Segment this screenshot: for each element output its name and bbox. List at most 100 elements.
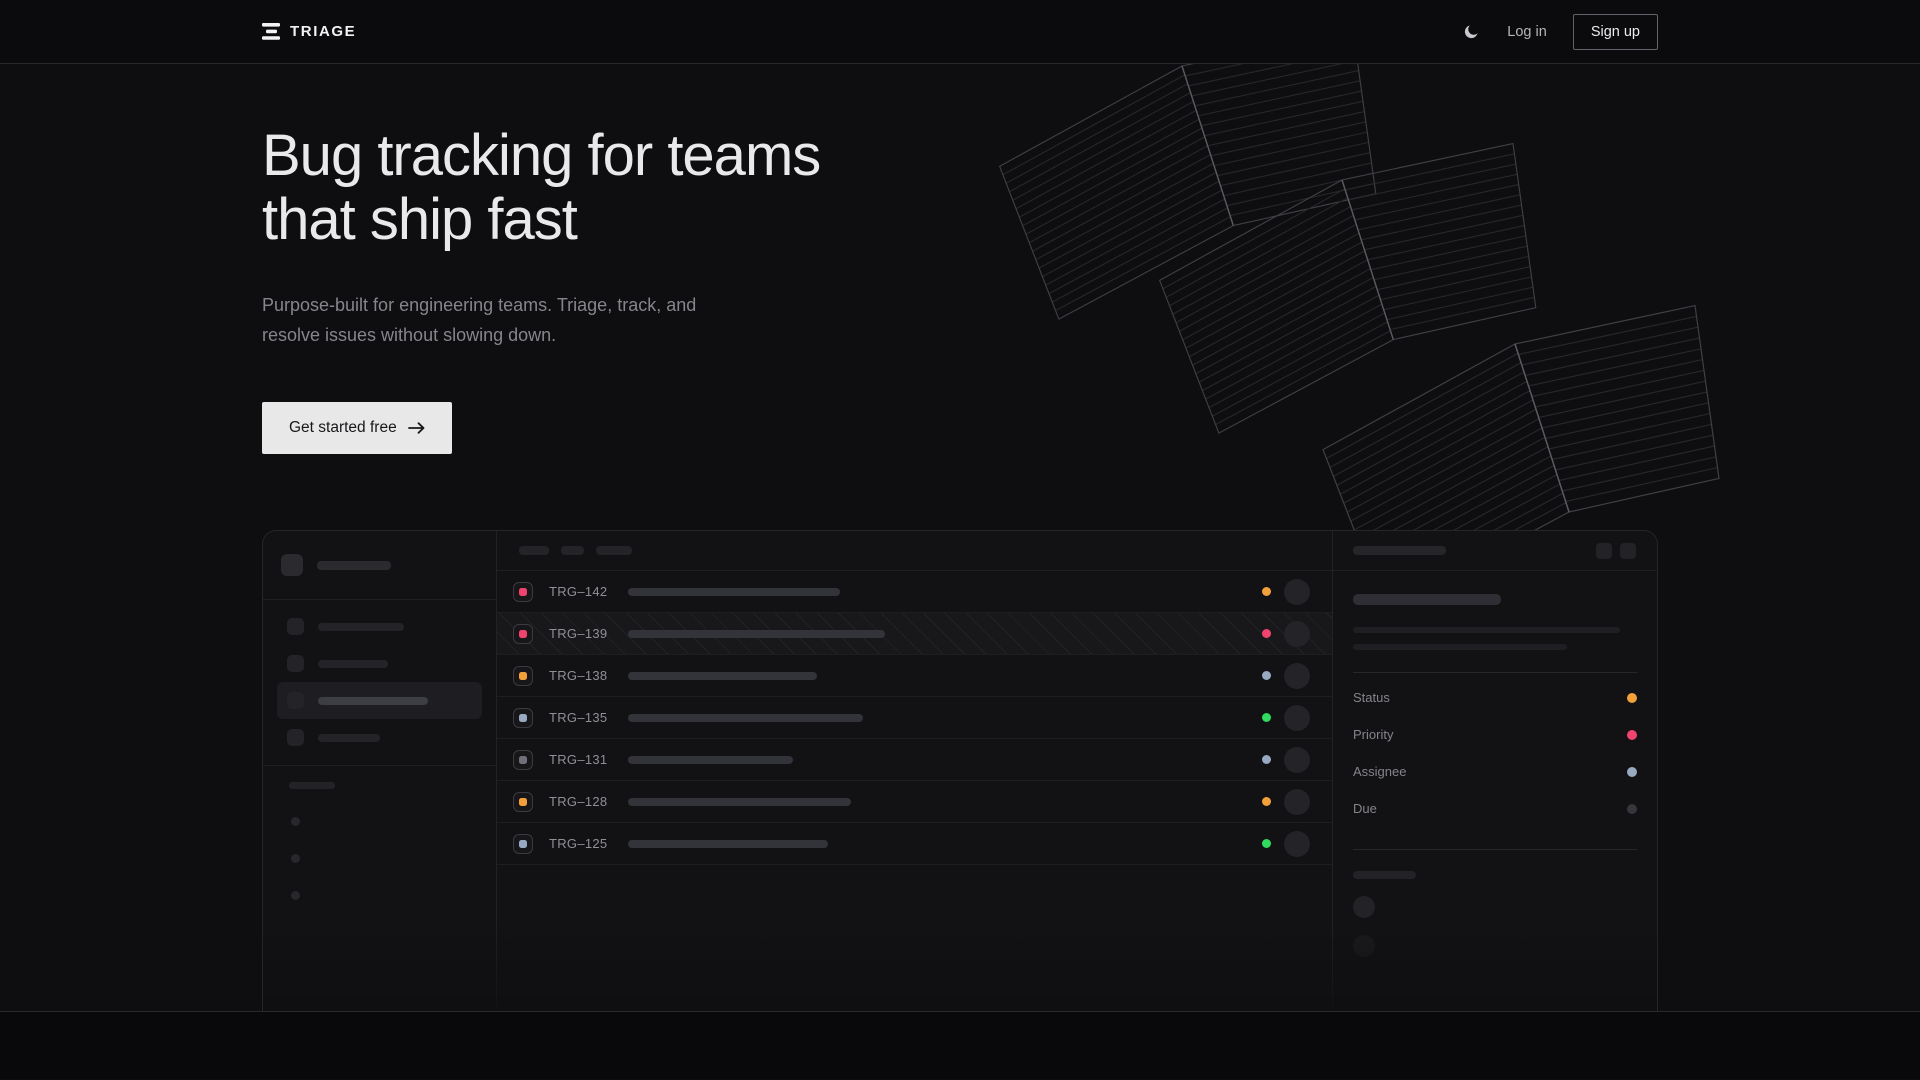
hero-subtitle-line1: Purpose-built for engineering teams. Tri… bbox=[262, 295, 696, 315]
issue-priority-dot bbox=[1262, 671, 1271, 680]
divider bbox=[1353, 672, 1637, 673]
issue-row: TRG–128 bbox=[497, 781, 1332, 823]
detail-field-row: Priority bbox=[1353, 716, 1637, 753]
hero-subtitle-line2: resolve issues without slowing down. bbox=[262, 325, 556, 345]
detail-field-label: Assignee bbox=[1353, 764, 1406, 779]
issue-id: TRG–139 bbox=[549, 626, 612, 641]
get-started-button[interactable]: Get started free bbox=[262, 402, 452, 454]
mockup-nav-item bbox=[277, 608, 482, 645]
issue-priority-dot bbox=[1262, 713, 1271, 722]
mockup-nav-item bbox=[277, 719, 482, 756]
skeleton-dot bbox=[291, 854, 300, 863]
issue-status-icon bbox=[513, 792, 533, 812]
issue-row: TRG–125 bbox=[497, 823, 1332, 865]
skeleton-avatar bbox=[1353, 935, 1375, 957]
hero-title-line2: that ship fast bbox=[262, 187, 577, 252]
arrow-right-icon bbox=[408, 422, 425, 434]
login-link[interactable]: Log in bbox=[1507, 24, 1547, 40]
mockup-sidebar-nav bbox=[263, 600, 496, 756]
detail-fields: Status Priority Assignee Due bbox=[1353, 679, 1637, 827]
brand-logo[interactable]: TRIAGE bbox=[262, 23, 356, 40]
issue-row: TRG–139 bbox=[497, 613, 1332, 655]
issue-assignee-avatar bbox=[1284, 705, 1310, 731]
footer-strip bbox=[0, 1012, 1920, 1079]
divider bbox=[263, 765, 496, 766]
app-preview-mockup: TRG–142 TRG–139 TRG–138 TRG–135 TRG–131 … bbox=[262, 530, 1658, 1012]
issue-id: TRG–138 bbox=[549, 668, 612, 683]
detail-field-dot bbox=[1627, 730, 1637, 740]
issue-row: TRG–131 bbox=[497, 739, 1332, 781]
skeleton-issue-title-bar bbox=[628, 840, 828, 848]
skeleton-bar bbox=[1353, 546, 1446, 555]
mockup-nav-item-active bbox=[277, 682, 482, 719]
skeleton-issue-title-bar bbox=[628, 630, 885, 638]
detail-field-label: Due bbox=[1353, 801, 1377, 816]
mockup-issue-list: TRG–142 TRG–139 TRG–138 TRG–135 TRG–131 … bbox=[497, 531, 1333, 1012]
skeleton-avatar bbox=[1353, 896, 1375, 918]
issue-id: TRG–128 bbox=[549, 794, 612, 809]
skeleton-section-label bbox=[289, 782, 335, 789]
mockup-detail-header bbox=[1333, 531, 1657, 571]
mockup-detail-panel: Status Priority Assignee Due bbox=[1333, 531, 1657, 1012]
detail-field-row: Assignee bbox=[1353, 753, 1637, 790]
skeleton-issue-title-bar bbox=[628, 588, 840, 596]
mockup-sidebar bbox=[263, 531, 497, 1012]
issue-status-icon bbox=[513, 750, 533, 770]
signup-button[interactable]: Sign up bbox=[1573, 14, 1658, 50]
get-started-label: Get started free bbox=[289, 419, 397, 437]
skeleton-tab bbox=[519, 546, 549, 555]
mockup-nav-item bbox=[277, 645, 482, 682]
detail-field-label: Status bbox=[1353, 690, 1390, 705]
hero-title: Bug tracking for teams that ship fast bbox=[262, 124, 1658, 252]
skeleton-tab bbox=[596, 546, 632, 555]
hero-subtitle: Purpose-built for engineering teams. Tri… bbox=[262, 290, 1658, 350]
issue-row: TRG–142 bbox=[497, 571, 1332, 613]
issue-priority-dot bbox=[1262, 797, 1271, 806]
skeleton-text-line bbox=[1353, 644, 1567, 650]
mockup-list-tabs bbox=[497, 531, 1332, 571]
issue-status-icon bbox=[513, 708, 533, 728]
issue-row: TRG–138 bbox=[497, 655, 1332, 697]
issue-rows: TRG–142 TRG–139 TRG–138 TRG–135 TRG–131 … bbox=[497, 571, 1332, 865]
skeleton-bar bbox=[1353, 871, 1416, 879]
issue-assignee-avatar bbox=[1284, 579, 1310, 605]
nav-actions: Log in Sign up bbox=[1461, 14, 1658, 50]
divider bbox=[1353, 849, 1637, 850]
skeleton-button bbox=[1620, 543, 1636, 559]
skeleton-issue-title-bar bbox=[628, 798, 851, 806]
triage-bars-icon bbox=[262, 23, 280, 40]
detail-field-row: Status bbox=[1353, 679, 1637, 716]
issue-row: TRG–135 bbox=[497, 697, 1332, 739]
issue-status-icon bbox=[513, 624, 533, 644]
issue-priority-dot bbox=[1262, 755, 1271, 764]
detail-field-row: Due bbox=[1353, 790, 1637, 827]
issue-assignee-avatar bbox=[1284, 831, 1310, 857]
issue-assignee-avatar bbox=[1284, 747, 1310, 773]
issue-status-icon bbox=[513, 582, 533, 602]
moon-icon[interactable] bbox=[1461, 22, 1481, 42]
issue-status-icon bbox=[513, 666, 533, 686]
hero-title-line1: Bug tracking for teams bbox=[262, 123, 820, 188]
detail-field-dot bbox=[1627, 804, 1637, 814]
skeleton-issue-title-bar bbox=[628, 714, 863, 722]
issue-priority-dot bbox=[1262, 629, 1271, 638]
issue-id: TRG–142 bbox=[549, 584, 612, 599]
issue-priority-dot bbox=[1262, 839, 1271, 848]
skeleton-tab bbox=[561, 546, 584, 555]
skeleton-dot bbox=[291, 817, 300, 826]
mockup-workspace-avatar bbox=[281, 554, 303, 576]
hero-section: Bug tracking for teams that ship fast Pu… bbox=[0, 64, 1920, 1012]
skeleton-issue-title-bar bbox=[628, 672, 817, 680]
issue-id: TRG–135 bbox=[549, 710, 612, 725]
issue-priority-dot bbox=[1262, 587, 1271, 596]
navbar: TRIAGE Log in Sign up bbox=[0, 0, 1920, 64]
brand-name: TRIAGE bbox=[290, 23, 356, 40]
detail-field-dot bbox=[1627, 693, 1637, 703]
detail-field-label: Priority bbox=[1353, 727, 1393, 742]
detail-field-dot bbox=[1627, 767, 1637, 777]
issue-assignee-avatar bbox=[1284, 789, 1310, 815]
skeleton-text-line bbox=[1353, 627, 1620, 633]
issue-assignee-avatar bbox=[1284, 621, 1310, 647]
issue-id: TRG–131 bbox=[549, 752, 612, 767]
issue-status-icon bbox=[513, 834, 533, 854]
